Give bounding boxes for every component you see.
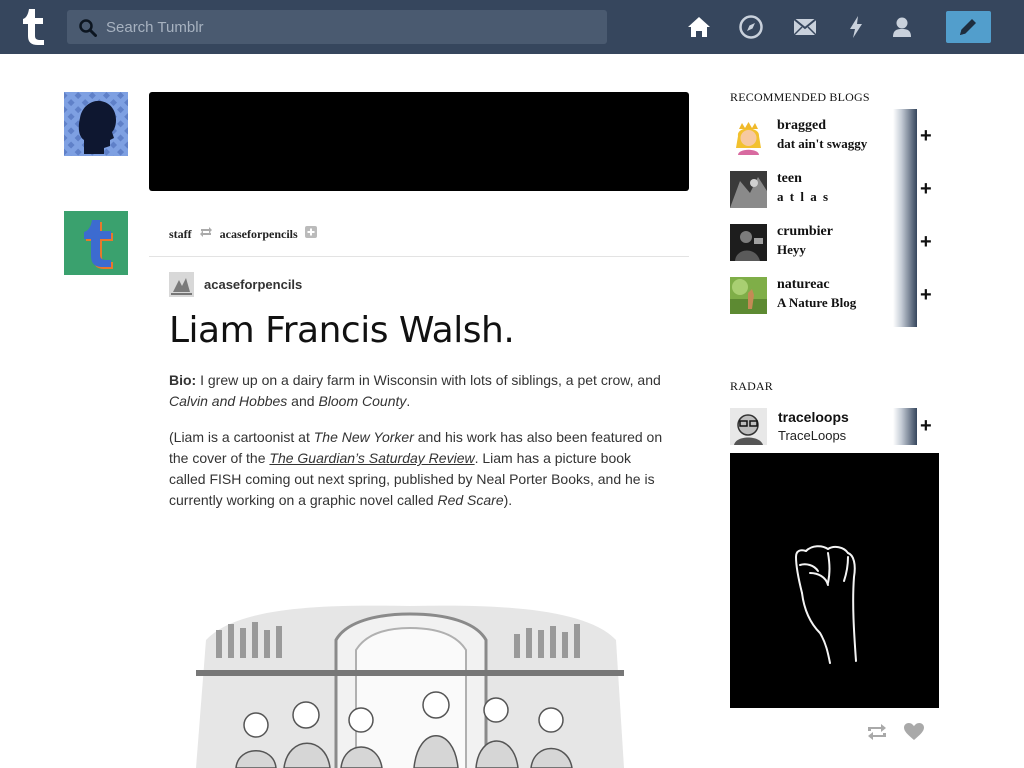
desc-italic: Red Scare: [437, 492, 504, 508]
reblog-icon[interactable]: [865, 722, 889, 742]
sponsored-banner[interactable]: [149, 92, 689, 191]
top-navigation-bar: Search Tumblr: [0, 0, 1024, 54]
radar-post-actions: [865, 720, 927, 742]
bio-italic: Bloom County: [318, 393, 407, 409]
follow-plus-icon[interactable]: [304, 226, 317, 242]
account-icon[interactable]: [889, 14, 915, 40]
post-author-avatar[interactable]: [169, 272, 194, 297]
inbox-icon[interactable]: [792, 14, 818, 40]
pencil-icon: [960, 19, 976, 35]
blog-name[interactable]: natureac: [777, 277, 830, 293]
blog-avatar: [730, 118, 767, 155]
activity-icon[interactable]: [843, 14, 869, 40]
reblog-icon: [199, 226, 213, 242]
blog-avatar: [730, 277, 767, 314]
heart-icon[interactable]: [903, 722, 925, 742]
desc-italic: The New Yorker: [313, 429, 414, 445]
bio-label: Bio:: [169, 372, 197, 388]
staff-avatar[interactable]: [64, 211, 128, 275]
cartoon-illustration[interactable]: [196, 600, 624, 768]
post-title: Liam Francis Walsh.: [169, 310, 515, 351]
compose-button[interactable]: [946, 11, 991, 43]
recommended-blog-item[interactable]: natureac A Nature Blog +: [730, 277, 940, 315]
bio-paragraph: Bio: I grew up on a dairy farm in Wiscon…: [169, 370, 669, 412]
radar-avatar: [730, 408, 767, 445]
reblog-author-link[interactable]: acaseforpencils: [220, 227, 298, 242]
radar-blog[interactable]: traceloops TraceLoops +: [730, 408, 940, 448]
post-body: Bio: I grew up on a dairy farm in Wiscon…: [169, 370, 669, 526]
post-reblog-header: staff acaseforpencils: [169, 226, 317, 242]
radar-post-image[interactable]: [730, 453, 939, 708]
recommended-blogs-heading: RECOMMENDED BLOGS: [730, 90, 870, 104]
follow-button[interactable]: +: [920, 285, 932, 305]
blog-name[interactable]: crumbier: [777, 224, 833, 240]
description-paragraph: (Liam is a cartoonist at The New Yorker …: [169, 427, 669, 511]
search-icon: [79, 19, 97, 37]
blog-avatar: [730, 171, 767, 208]
follow-button[interactable]: +: [920, 416, 932, 436]
blog-description: A Nature Blog: [777, 295, 857, 310]
recommended-blog-item[interactable]: bragged dat ain't swaggy +: [730, 118, 940, 156]
bio-text: I grew up on a dairy farm in Wisconsin w…: [196, 372, 661, 388]
blog-description: Heyy: [777, 242, 806, 257]
desc-text: ).: [503, 492, 513, 508]
follow-button[interactable]: +: [920, 232, 932, 252]
blog-avatar: [730, 224, 767, 261]
recommended-blog-item[interactable]: crumbier Heyy +: [730, 224, 940, 262]
tumblr-logo-icon[interactable]: [15, 7, 51, 47]
bio-text: .: [406, 393, 411, 409]
radar-blog-description: TraceLoops: [778, 428, 847, 443]
bio-text: and: [287, 393, 319, 409]
explore-icon[interactable]: [738, 14, 764, 40]
search-bar[interactable]: Search Tumblr: [67, 10, 607, 44]
blog-description: dat ain't swaggy: [777, 136, 868, 151]
search-input[interactable]: Search Tumblr: [106, 19, 204, 36]
radar-heading: RADAR: [730, 379, 774, 393]
blog-description: a t l a s: [777, 189, 830, 204]
recommended-blog-item[interactable]: teen a t l a s +: [730, 171, 940, 209]
user-avatar[interactable]: [64, 92, 128, 156]
blog-name[interactable]: bragged: [777, 118, 826, 134]
divider: [149, 256, 689, 257]
reblog-source-link[interactable]: staff: [169, 227, 192, 242]
bio-italic: Calvin and Hobbes: [169, 393, 288, 409]
desc-text: (Liam is a cartoonist at: [169, 429, 314, 445]
blog-name[interactable]: teen: [777, 171, 802, 187]
guardian-link[interactable]: The Guardian’s Saturday Review: [269, 450, 474, 466]
follow-button[interactable]: +: [920, 126, 932, 146]
follow-button[interactable]: +: [920, 179, 932, 199]
home-icon[interactable]: [686, 14, 712, 40]
post-author-name[interactable]: acaseforpencils: [204, 277, 302, 292]
radar-blog-name[interactable]: traceloops: [778, 409, 849, 425]
